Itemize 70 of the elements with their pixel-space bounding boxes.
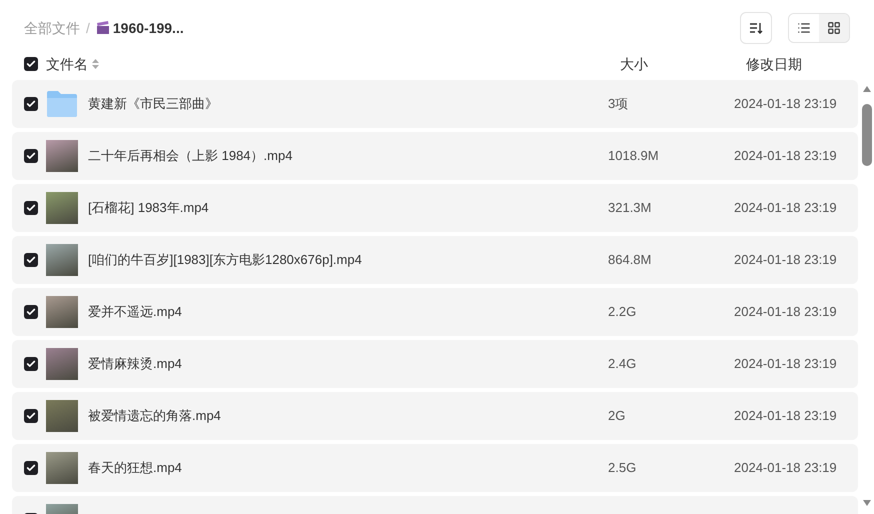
- file-size: 2.2G: [608, 303, 638, 322]
- file-row[interactable]: 黄建新《市民三部曲》 3项 2024-01-18 23:19: [12, 80, 858, 128]
- file-size: 1018.9M: [608, 147, 660, 166]
- check-icon: [26, 99, 36, 109]
- file-name: 爱并不遥远.mp4: [88, 303, 183, 322]
- check-icon: [26, 255, 36, 265]
- modified-date: 2024-01-18 23:19: [734, 199, 837, 218]
- file-row[interactable]: 被爱情遗忘的角落.mp4 2G 2024-01-18 23:19: [12, 392, 858, 440]
- video-thumbnail: [46, 452, 78, 484]
- file-row[interactable]: [石榴花] 1983年.mp4 321.3M 2024-01-18 23:19: [12, 184, 858, 232]
- grid-icon: [827, 21, 841, 35]
- file-name: [咱们的牛百岁][1983][东方电影1280x676p].mp4: [88, 251, 363, 270]
- file-name: 春天的狂想.mp4: [88, 459, 183, 478]
- check-icon: [26, 359, 36, 369]
- modified-date: 2024-01-18 23:19: [734, 355, 837, 374]
- sort-descending-icon: [749, 21, 763, 35]
- check-icon: [26, 203, 36, 213]
- clapperboard-icon: [96, 21, 110, 35]
- file-row[interactable]: 爱并不遥远.mp4 2.2G 2024-01-18 23:19: [12, 288, 858, 336]
- column-header[interactable]: 大小: [620, 54, 746, 74]
- video-thumbnail: [46, 296, 78, 328]
- breadcrumb-separator: /: [86, 18, 90, 38]
- file-row[interactable]: 爱情麻辣烫.mp4 2.4G 2024-01-18 23:19: [12, 340, 858, 388]
- scrollbar[interactable]: [862, 84, 872, 508]
- modified-date: 2024-01-18 23:19: [734, 407, 837, 426]
- modified-date: 2024-01-18 23:19: [734, 147, 837, 166]
- file-size: 864.8M: [608, 251, 652, 270]
- check-icon: [26, 463, 36, 473]
- file-row[interactable]: 春天的狂想.mp4 2.5G 2024-01-18 23:19: [12, 444, 858, 492]
- video-thumbnail: [46, 192, 78, 224]
- breadcrumb-current: 1960-199...: [112, 18, 184, 38]
- modified-date: 2024-01-18 23:19: [734, 459, 837, 478]
- checkbox[interactable]: [24, 409, 38, 423]
- file-name: 黄建新《市民三部曲》: [88, 95, 219, 114]
- checkbox[interactable]: [24, 357, 38, 371]
- modified-date: 2024-01-18 23:19: [734, 251, 837, 270]
- check-icon: [26, 59, 36, 69]
- checkbox[interactable]: [24, 97, 38, 111]
- video-thumbnail: [46, 400, 78, 432]
- modified-date: 2024-01-18 23:19: [734, 303, 837, 322]
- file-name: 爱情麻辣烫.mp4: [88, 355, 183, 374]
- checkbox[interactable]: [24, 149, 38, 163]
- file-size: 2.5G: [608, 459, 638, 478]
- file-name: 二十年后再相会（上影 1984）.mp4: [88, 147, 294, 166]
- video-thumbnail: [46, 348, 78, 380]
- check-icon: [26, 411, 36, 421]
- list-icon: [797, 21, 811, 35]
- grid-view-button[interactable]: [819, 14, 849, 42]
- checkbox[interactable]: [24, 201, 38, 215]
- checkbox[interactable]: [24, 305, 38, 319]
- sort-button[interactable]: [740, 12, 772, 44]
- checkbox[interactable]: [24, 57, 38, 71]
- file-row[interactable]: 二十年后再相会（上影 1984）.mp4 1018.9M 2024-01-18 23:19: [12, 132, 858, 180]
- file-row[interactable]: [咱们的牛百岁][1983][东方电影1280x676p].mp4 864.8M 2024-01-18 23:19: [12, 236, 858, 284]
- column-header[interactable]: 修改日期: [746, 54, 802, 74]
- check-icon: [26, 151, 36, 161]
- file-size: 321.3M: [608, 199, 652, 218]
- column-header[interactable]: 文件名: [46, 54, 88, 74]
- file-name: [石榴花] 1983年.mp4: [88, 199, 210, 218]
- file-size: 2G: [608, 407, 626, 426]
- checkbox[interactable]: [24, 461, 38, 475]
- check-icon: [26, 307, 36, 317]
- file-name: 被爱情遗忘的角落.mp4: [88, 407, 222, 426]
- checkbox[interactable]: [24, 253, 38, 267]
- file-size: 2.4G: [608, 355, 638, 374]
- folder-icon: [46, 90, 78, 118]
- modified-date: 2024-01-18 23:19: [734, 95, 837, 114]
- video-thumbnail: [46, 140, 78, 172]
- video-thumbnail: [46, 244, 78, 276]
- file-size: 3项: [608, 95, 630, 114]
